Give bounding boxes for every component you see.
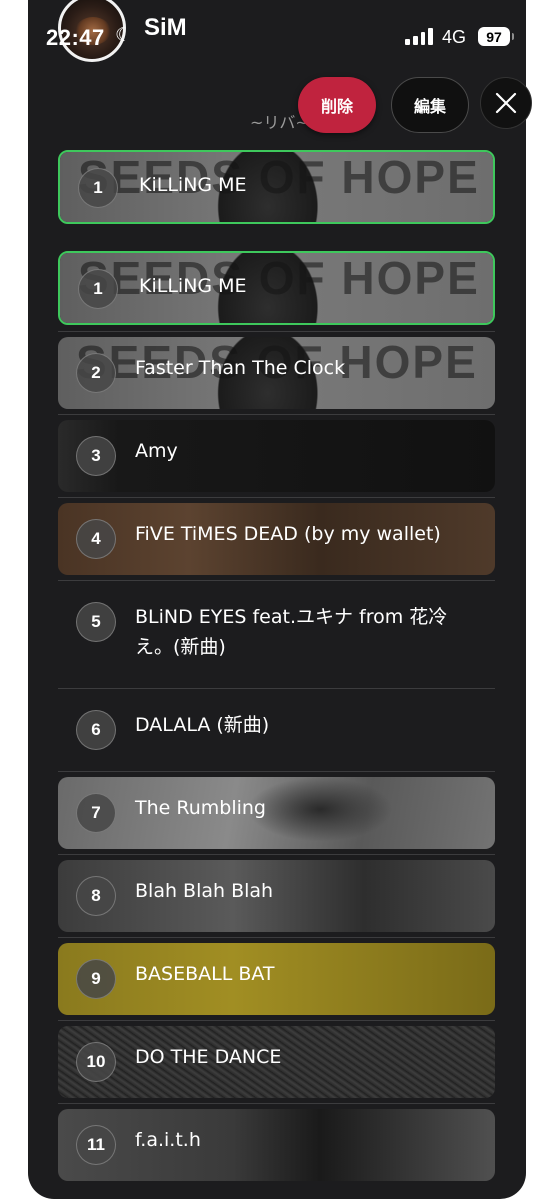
track-title: BLiND EYES feat.ユキナ from 花冷え。(新曲) — [135, 606, 448, 659]
track-row[interactable]: 6 DALALA (新曲) — [58, 694, 495, 766]
track-title: Faster Than The Clock — [135, 357, 346, 379]
track-number: 10 — [76, 1042, 116, 1082]
moon-icon: ☾ — [115, 24, 133, 46]
track-row[interactable]: 9 BASEBALL BAT — [58, 943, 495, 1015]
track-row[interactable]: 7 The Rumbling — [58, 777, 495, 849]
track-row[interactable]: 10 DO THE DANCE — [58, 1026, 495, 1098]
track-title: KiLLiNG ME — [139, 275, 247, 297]
signal-icon — [405, 27, 433, 45]
track-number: 7 — [76, 793, 116, 833]
divider — [58, 331, 495, 332]
divider — [58, 771, 495, 772]
track-number: 9 — [76, 959, 116, 999]
track-artwork — [58, 777, 495, 849]
track-title: Blah Blah Blah — [135, 880, 274, 902]
status-time: 22:47 — [46, 25, 105, 50]
divider — [58, 1020, 495, 1021]
track-title: The Rumbling — [135, 797, 266, 819]
track-artwork — [58, 420, 495, 492]
track-number: 3 — [76, 436, 116, 476]
battery-icon: 97 — [478, 27, 514, 46]
close-button[interactable] — [480, 77, 532, 129]
track-number: 6 — [76, 710, 116, 750]
track-title: DALALA (新曲) — [135, 714, 270, 736]
artist-name: SiM — [144, 14, 187, 41]
track-number: 4 — [76, 519, 116, 559]
track-title: FiVE TiMES DEAD (by my wallet) — [135, 523, 441, 545]
track-title: DO THE DANCE — [135, 1046, 282, 1068]
track-row[interactable]: SEEDS OF HOPE 2 Faster Than The Clock — [58, 337, 495, 409]
network-type: 4G — [442, 27, 467, 47]
track-artwork — [58, 1109, 495, 1181]
track-row[interactable]: SEEDS OF HOPE 1 KiLLiNG ME — [58, 251, 495, 325]
track-number: 11 — [76, 1125, 116, 1165]
track-title: BASEBALL BAT — [135, 963, 275, 985]
track-row[interactable]: 3 Amy — [58, 420, 495, 492]
track-number: 1 — [78, 269, 118, 309]
divider — [58, 1103, 495, 1104]
divider — [58, 580, 495, 581]
track-row[interactable]: SEEDS OF HOPE 1 KiLLiNG ME — [58, 150, 495, 224]
track-number: 2 — [76, 353, 116, 393]
divider — [58, 937, 495, 938]
track-title: Amy — [135, 440, 178, 462]
divider — [58, 414, 495, 415]
track-row[interactable]: 11 f.a.i.t.h — [58, 1109, 495, 1181]
close-icon — [495, 92, 517, 114]
track-row[interactable]: 8 Blah Blah Blah — [58, 860, 495, 932]
delete-button[interactable]: 削除 — [298, 77, 376, 133]
track-title: f.a.i.t.h — [135, 1129, 201, 1151]
divider — [58, 497, 495, 498]
track-number: 5 — [76, 602, 116, 642]
edit-button[interactable]: 編集 — [391, 77, 469, 133]
track-artwork — [58, 943, 495, 1015]
track-row[interactable]: 4 FiVE TiMES DEAD (by my wallet) — [58, 503, 495, 575]
battery-level: 97 — [486, 28, 502, 45]
track-artwork — [58, 860, 495, 932]
track-title: KiLLiNG ME — [139, 174, 247, 196]
track-number: 8 — [76, 876, 116, 916]
divider — [58, 688, 495, 689]
divider — [58, 854, 495, 855]
track-number: 1 — [78, 168, 118, 208]
track-row[interactable]: 5 BLiND EYES feat.ユキナ from 花冷え。(新曲) — [58, 586, 495, 682]
